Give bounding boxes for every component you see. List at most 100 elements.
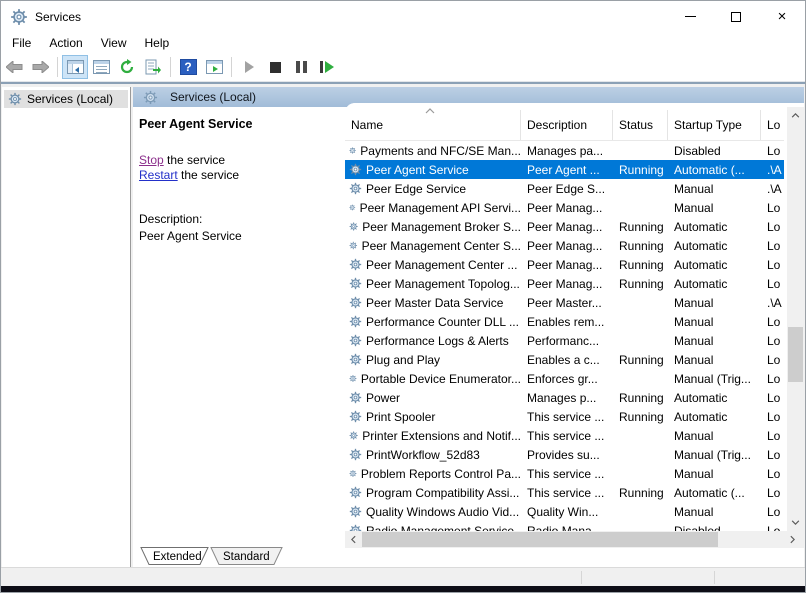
table-row[interactable]: Payments and NFC/SE Man... Manages pa...… xyxy=(345,141,784,160)
minimize-button[interactable] xyxy=(667,1,713,32)
table-row[interactable]: Peer Management Center ... Peer Manag...… xyxy=(345,255,784,274)
service-status-cell xyxy=(613,521,668,531)
table-row[interactable]: Plug and Play Enables a c... Running Man… xyxy=(345,350,784,369)
service-logon-cell: .\A xyxy=(761,293,784,312)
table-row[interactable]: Portable Device Enumerator... Enforces g… xyxy=(345,369,784,388)
refresh-button[interactable] xyxy=(114,55,140,79)
menu-item-view[interactable]: View xyxy=(92,34,136,52)
pause-service-button[interactable] xyxy=(288,55,314,79)
help-icon: ? xyxy=(180,59,197,75)
table-row[interactable]: Program Compatibility Assi... This servi… xyxy=(345,483,784,502)
service-gear-icon xyxy=(349,353,362,366)
horizontal-scrollbar[interactable] xyxy=(345,531,801,548)
table-row[interactable]: Peer Edge Service Peer Edge S... Manual … xyxy=(345,179,784,198)
table-row[interactable]: Peer Agent Service Peer Agent ... Runnin… xyxy=(345,160,784,179)
table-row[interactable]: Problem Reports Control Pa... This servi… xyxy=(345,464,784,483)
column-header-status[interactable]: Status xyxy=(613,110,668,140)
toolbar-separator xyxy=(231,57,232,77)
start-service-button[interactable] xyxy=(236,55,262,79)
stop-suffix-text: the service xyxy=(164,153,225,167)
service-startup-cell: Automatic (... xyxy=(668,160,761,179)
column-header-name[interactable]: Name xyxy=(345,110,521,140)
back-button[interactable] xyxy=(1,55,27,79)
service-description-cell: This service ... xyxy=(521,407,613,426)
show-console-tree-button[interactable] xyxy=(62,55,88,79)
menu-item-action[interactable]: Action xyxy=(40,34,91,52)
restart-service-link[interactable]: Restart xyxy=(139,168,178,182)
service-startup-cell: Automatic xyxy=(668,217,761,236)
table-row[interactable]: Peer Master Data Service Peer Master... … xyxy=(345,293,784,312)
show-action-pane-button[interactable] xyxy=(201,55,227,79)
service-gear-icon xyxy=(349,334,362,347)
table-row[interactable]: Peer Management Broker S... Peer Manag..… xyxy=(345,217,784,236)
horizontal-scroll-thumb[interactable] xyxy=(362,532,718,547)
service-status-cell: Running xyxy=(613,388,668,407)
service-description-cell: Manages p... xyxy=(521,388,613,407)
service-rows: Payments and NFC/SE Man... Manages pa...… xyxy=(345,141,784,531)
scroll-up-icon[interactable] xyxy=(787,107,804,124)
maximize-button[interactable] xyxy=(713,1,759,32)
service-name-cell: Quality Windows Audio Vid... xyxy=(345,502,521,521)
help-button[interactable]: ? xyxy=(175,55,201,79)
table-row[interactable]: Peer Management Center S... Peer Manag..… xyxy=(345,236,784,255)
table-row[interactable]: Print Spooler This service ... Running A… xyxy=(345,407,784,426)
column-header-description[interactable]: Description xyxy=(521,110,613,140)
table-row[interactable]: Performance Logs & Alerts Performanc... … xyxy=(345,331,784,350)
scroll-left-icon[interactable] xyxy=(345,531,362,548)
tab-extended-label[interactable]: Extended xyxy=(153,551,202,563)
service-startup-cell: Manual xyxy=(668,293,761,312)
service-status-cell: Running xyxy=(613,483,668,502)
service-name-cell: Peer Agent Service xyxy=(345,160,521,179)
service-status-cell: Running xyxy=(613,255,668,274)
service-name-cell: Radio Management Service xyxy=(345,521,521,531)
table-row[interactable]: Peer Management API Servi... Peer Manag.… xyxy=(345,198,784,217)
close-button[interactable]: × xyxy=(759,1,805,32)
table-row[interactable]: Performance Counter DLL ... Enables rem.… xyxy=(345,312,784,331)
menu-item-file[interactable]: File xyxy=(3,34,40,52)
service-description-cell: Quality Win... xyxy=(521,502,613,521)
service-name-cell: Peer Management Broker S... xyxy=(345,217,521,236)
service-startup-cell: Manual xyxy=(668,179,761,198)
stop-service-link[interactable]: Stop xyxy=(139,153,164,167)
table-row[interactable]: Radio Management Service Radio Mana... D… xyxy=(345,521,784,531)
vertical-scrollbar[interactable] xyxy=(787,107,804,548)
service-logon-cell: Lo xyxy=(761,255,784,274)
service-description-cell: Enables a c... xyxy=(521,350,613,369)
window-title: Services xyxy=(35,10,81,24)
service-gear-icon xyxy=(349,524,362,531)
menu-item-help[interactable]: Help xyxy=(136,34,179,52)
column-header-startup-type[interactable]: Startup Type xyxy=(668,110,761,140)
restart-suffix-text: the service xyxy=(178,168,239,182)
table-row[interactable]: Peer Management Topolog... Peer Manag...… xyxy=(345,274,784,293)
service-name-cell: Payments and NFC/SE Man... xyxy=(345,141,521,160)
service-description-cell: Peer Manag... xyxy=(521,274,613,293)
title-bar[interactable]: Services × xyxy=(1,1,805,32)
column-header-logon[interactable]: Lo xyxy=(761,110,784,140)
restart-service-button[interactable] xyxy=(314,55,340,79)
service-logon-cell: Lo xyxy=(761,388,784,407)
service-gear-icon xyxy=(349,410,362,423)
vertical-scroll-thumb[interactable] xyxy=(788,327,803,382)
stop-service-button[interactable] xyxy=(262,55,288,79)
service-gear-icon xyxy=(349,182,362,195)
band-gear-icon xyxy=(143,90,158,105)
table-row[interactable]: Power Manages p... Running Automatic Lo xyxy=(345,388,784,407)
scroll-down-icon[interactable] xyxy=(787,514,804,531)
export-list-button[interactable] xyxy=(140,55,166,79)
properties-button[interactable] xyxy=(88,55,114,79)
status-bar xyxy=(1,567,805,586)
service-status-cell xyxy=(613,464,668,483)
tree-item-services-local[interactable]: Services (Local) xyxy=(4,90,128,108)
service-description-cell: Peer Manag... xyxy=(521,236,613,255)
table-row[interactable]: Printer Extensions and Notif... This ser… xyxy=(345,426,784,445)
table-row[interactable]: PrintWorkflow_52d83 Provides su... Manua… xyxy=(345,445,784,464)
forward-button[interactable] xyxy=(27,55,53,79)
service-name-cell: Plug and Play xyxy=(345,350,521,369)
service-name-cell: Peer Edge Service xyxy=(345,179,521,198)
service-logon-cell: Lo xyxy=(761,141,784,160)
service-gear-icon xyxy=(349,429,358,442)
service-status-cell: Running xyxy=(613,274,668,293)
tab-standard-label[interactable]: Standard xyxy=(223,551,270,563)
scroll-right-icon[interactable] xyxy=(784,531,801,548)
table-row[interactable]: Quality Windows Audio Vid... Quality Win… xyxy=(345,502,784,521)
